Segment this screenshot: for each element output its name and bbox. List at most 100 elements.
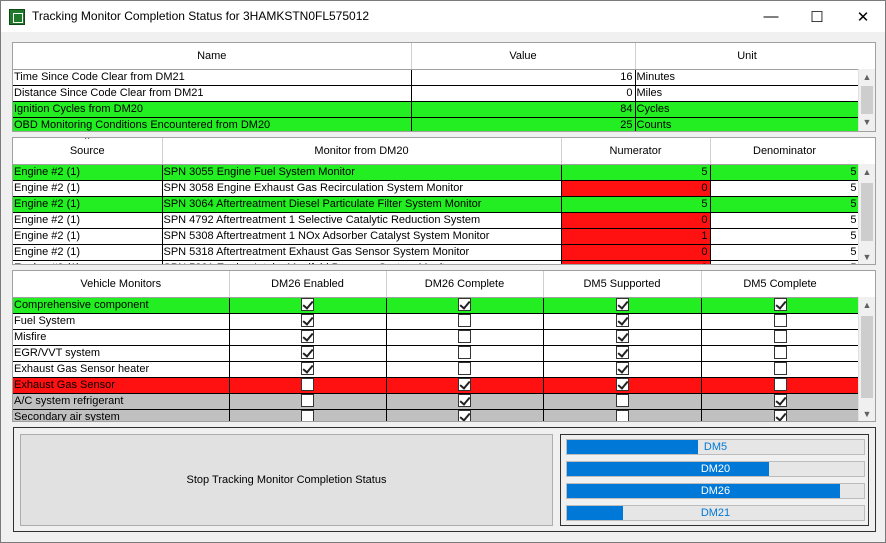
column-header[interactable]: Unit bbox=[635, 43, 860, 70]
numerator-cell: 5 bbox=[561, 164, 711, 181]
progress-label: DM21 bbox=[700, 507, 731, 519]
column-header[interactable]: Numerator bbox=[561, 138, 711, 165]
column-header[interactable]: Vehicle Monitors bbox=[13, 271, 230, 298]
monitors-scrollbar[interactable]: ▲ ▼ bbox=[858, 297, 875, 421]
dm5-supported-checkbox[interactable] bbox=[615, 394, 629, 408]
monitor-name-cell: A/C system refrigerant bbox=[13, 393, 230, 410]
dm26-enabled-checkbox[interactable] bbox=[301, 314, 314, 328]
monitor-name-cell: Misfire bbox=[13, 329, 230, 346]
table-row[interactable]: A/C system refrigerant bbox=[13, 393, 860, 410]
table-row[interactable]: Engine #2 (1) SPN 4792 Aftertreatment 1 S… bbox=[13, 212, 860, 229]
dm5-supported-checkbox[interactable] bbox=[615, 314, 629, 328]
dm26-complete-checkbox[interactable] bbox=[458, 410, 471, 421]
dm26-enabled-checkbox[interactable] bbox=[301, 394, 314, 408]
denominator-cell: 5 bbox=[710, 212, 860, 229]
dm26-enabled-checkbox[interactable] bbox=[301, 298, 314, 312]
unit-cell: Cycles bbox=[635, 101, 860, 118]
source-cell: Engine #2 (1) bbox=[13, 164, 163, 181]
table-row[interactable]: Engine #2 (1) SPN 5308 Aftertreatment 1 N… bbox=[13, 228, 860, 245]
scroll-up-icon[interactable]: ▲ bbox=[859, 164, 875, 181]
column-header[interactable]: DM5 Complete bbox=[701, 271, 860, 298]
source-cell: Engine #2 (1) bbox=[13, 180, 163, 197]
table-row[interactable]: Ignition Cycles from DM20 84 Cycles bbox=[13, 101, 860, 118]
scroll-thumb[interactable] bbox=[861, 183, 873, 241]
scroll-down-icon[interactable]: ▼ bbox=[859, 114, 875, 131]
close-button[interactable]: ✕ bbox=[840, 1, 886, 32]
table-row[interactable]: Exhaust Gas Sensor bbox=[13, 377, 860, 394]
dm5-complete-checkbox[interactable] bbox=[773, 394, 787, 408]
dm26-complete-checkbox[interactable] bbox=[458, 378, 471, 392]
column-header[interactable]: Monitor from DM20 bbox=[162, 138, 562, 165]
table-row[interactable]: Distance Since Code Clear from DM21 0 Mile… bbox=[13, 85, 860, 102]
table-row[interactable]: Exhaust Gas Sensor heater bbox=[13, 361, 860, 378]
table-row[interactable]: Time Since Code Clear from DM21 16 Minutes bbox=[13, 69, 860, 86]
column-header[interactable]: DM26 Enabled bbox=[229, 271, 387, 298]
dm5-complete-checkbox[interactable] bbox=[773, 314, 787, 328]
dm5-supported-checkbox[interactable] bbox=[615, 298, 629, 312]
dm5-complete-checkbox[interactable] bbox=[773, 362, 787, 376]
dm26-enabled-checkbox[interactable] bbox=[301, 330, 314, 344]
table-row[interactable]: Engine #2 (1) SPN 3064 Aftertreatment Die… bbox=[13, 196, 860, 213]
table-row[interactable]: Engine #2 (1) SPN 5318 Aftertreatment Exh… bbox=[13, 244, 860, 261]
ratio-scrollbar[interactable]: ▲ ▼ bbox=[858, 164, 875, 264]
dm5-complete-checkbox[interactable] bbox=[773, 410, 787, 421]
dm5-supported-checkbox[interactable] bbox=[615, 378, 629, 392]
scroll-up-icon[interactable]: ▲ bbox=[859, 297, 875, 314]
scroll-thumb[interactable] bbox=[861, 86, 873, 114]
dm26-complete-checkbox[interactable] bbox=[458, 330, 471, 344]
summary-scrollbar[interactable]: ▲ ▼ bbox=[858, 69, 875, 131]
table-row[interactable]: Engine #2 (1) SPN 3058 Engine Exhaust Gas… bbox=[13, 180, 860, 197]
dm26-enabled-checkbox[interactable] bbox=[301, 410, 314, 421]
dm5-supported-checkbox[interactable] bbox=[615, 330, 629, 344]
dm5-complete-checkbox[interactable] bbox=[773, 378, 787, 392]
controls-group: Stop Tracking Monitor Completion Status … bbox=[13, 427, 876, 532]
column-header[interactable]: Value bbox=[411, 43, 636, 70]
scroll-down-icon[interactable]: ▼ bbox=[859, 406, 875, 421]
maximize-button[interactable]: ☐ bbox=[794, 1, 840, 32]
dm26-enabled-checkbox[interactable] bbox=[301, 346, 314, 360]
stop-tracking-button[interactable]: Stop Tracking Monitor Completion Status bbox=[20, 434, 553, 526]
dm26-complete-checkbox[interactable] bbox=[458, 314, 471, 328]
dm5-supported-checkbox[interactable] bbox=[615, 346, 629, 360]
source-cell: Engine #2 (1) bbox=[13, 244, 163, 261]
scroll-up-icon[interactable]: ▲ bbox=[859, 69, 875, 86]
table-row[interactable]: OBD Monitoring Conditions Encountered fr… bbox=[13, 117, 860, 131]
dm26-complete-checkbox[interactable] bbox=[458, 298, 471, 312]
title-bar[interactable]: Tracking Monitor Completion Status for 3… bbox=[1, 1, 885, 32]
dm5-supported-checkbox[interactable] bbox=[615, 410, 629, 421]
scroll-corner bbox=[858, 138, 875, 164]
summary-table-panel: Name Value Unit Time Since Code Clear from… bbox=[12, 42, 876, 132]
column-header[interactable]: Name bbox=[13, 43, 412, 70]
table-row[interactable]: Fuel System bbox=[13, 313, 860, 330]
dm5-complete-checkbox[interactable] bbox=[773, 346, 787, 360]
dm26-enabled-checkbox[interactable] bbox=[301, 362, 314, 376]
scroll-corner bbox=[858, 271, 875, 297]
dm26-enabled-checkbox[interactable] bbox=[301, 378, 314, 392]
checkbox-cell bbox=[229, 313, 387, 330]
column-header[interactable]: Source ^ bbox=[13, 138, 163, 165]
minimize-button[interactable]: — bbox=[748, 1, 794, 32]
table-row[interactable]: Engine #2 (1)SPN 5321 Engine Intake Mani… bbox=[13, 260, 860, 264]
progress-bar-dm26: DM26 bbox=[566, 483, 865, 499]
scroll-down-icon[interactable]: ▼ bbox=[859, 249, 875, 264]
monitor-cell: SPN 5321 Engine Intake Manifold Pressure… bbox=[162, 260, 562, 264]
table-row[interactable]: Comprehensive component bbox=[13, 297, 860, 314]
table-row[interactable]: Misfire bbox=[13, 329, 860, 346]
column-header[interactable]: DM5 Supported bbox=[543, 271, 702, 298]
table-row[interactable]: Secondary air system bbox=[13, 409, 860, 421]
dm26-complete-checkbox[interactable] bbox=[458, 346, 471, 360]
column-header[interactable]: DM26 Complete bbox=[386, 271, 544, 298]
scroll-thumb[interactable] bbox=[861, 316, 873, 398]
table-row[interactable]: Engine #2 (1) SPN 3055 Engine Fuel System… bbox=[13, 164, 860, 181]
monitor-ratio-panel: Source ^ Monitor from DM20 Numerator Denomin… bbox=[12, 137, 876, 265]
table-row[interactable]: EGR/VVT system bbox=[13, 345, 860, 362]
monitor-cell: SPN 3064 Aftertreatment Diesel Particula… bbox=[162, 196, 562, 213]
dm5-complete-checkbox[interactable] bbox=[773, 298, 787, 312]
dm26-complete-checkbox[interactable] bbox=[458, 394, 471, 408]
source-cell: Engine #2 (1) bbox=[13, 228, 163, 245]
dm26-complete-checkbox[interactable] bbox=[458, 362, 471, 376]
dm5-complete-checkbox[interactable] bbox=[773, 330, 787, 344]
checkbox-cell bbox=[701, 329, 860, 346]
column-header[interactable]: Denominator bbox=[710, 138, 860, 165]
dm5-supported-checkbox[interactable] bbox=[615, 362, 629, 376]
